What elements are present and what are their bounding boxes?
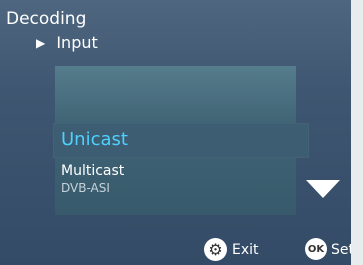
menu-item-dvb-asi[interactable]: DVB-ASI xyxy=(61,181,110,195)
play-arrow-icon: ▶ xyxy=(36,36,46,50)
page-title: Decoding xyxy=(6,9,87,29)
menu-item-unicast[interactable]: Unicast xyxy=(53,123,309,158)
menu-item-label: Unicast xyxy=(61,129,128,150)
ok-icon[interactable]: OK xyxy=(305,238,327,260)
gear-icon[interactable]: ⚙ xyxy=(204,238,227,261)
decoding-screen: Decoding ▶ Input Unicast Multicast DVB-A… xyxy=(0,0,351,265)
menu-top-band xyxy=(55,66,296,121)
chevron-down-icon[interactable] xyxy=(306,180,340,198)
menu-item-multicast[interactable]: Multicast xyxy=(61,163,124,179)
breadcrumb-label: Input xyxy=(56,33,98,52)
set-label[interactable]: Set xyxy=(331,242,351,258)
breadcrumb: ▶ Input xyxy=(36,34,98,53)
footer-bar: ⚙ Exit OK Set xyxy=(0,236,351,265)
exit-label[interactable]: Exit xyxy=(232,242,259,258)
